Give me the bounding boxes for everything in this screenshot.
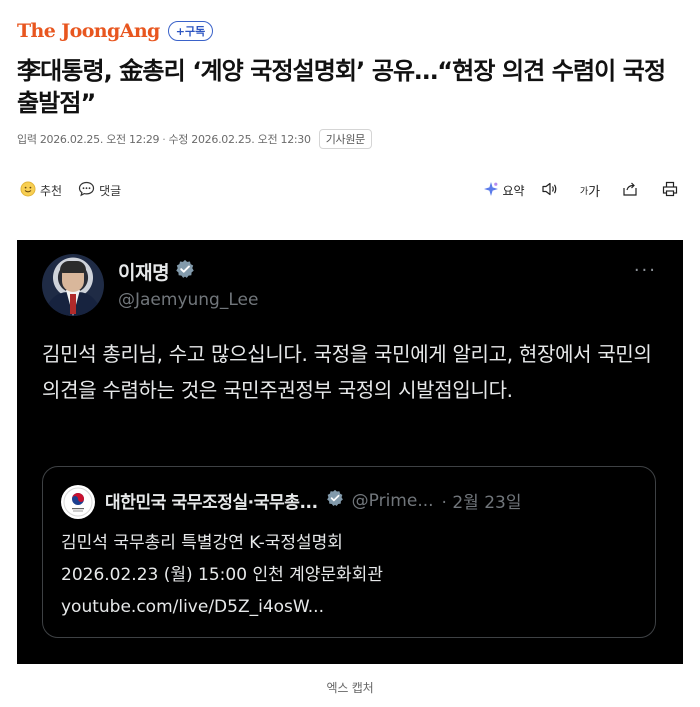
share-button[interactable]: [610, 179, 650, 201]
font-size-small-glyph: 가: [579, 186, 589, 197]
smile-icon: [20, 181, 36, 200]
joongang-logo[interactable]: The JoongAng: [17, 20, 160, 42]
original-article-button[interactable]: 기사원문: [318, 129, 372, 149]
more-options-icon: ···: [633, 260, 657, 281]
article-toolbar: 요약 가 가: [478, 179, 690, 201]
quoted-tweet-header: 대한민국 국무조정실·국무총... @Prime... · 2월 23일: [105, 488, 645, 513]
share-icon: [621, 181, 639, 200]
article-headline: 李대통령, 金총리 ‘계양 국정설명회’ 공유…“현장 의견 수렴이 국정 출발…: [17, 57, 666, 117]
published-time: 입력 2026.02.25. 오전 12:29: [17, 133, 160, 146]
quoted-tweet-text: 김민석 국무총리 특별강연 K-국정설명회 2026.02.23 (월) 15:…: [61, 527, 641, 623]
subscribe-button[interactable]: +구독: [167, 21, 214, 41]
header: The JoongAng +구독: [17, 18, 214, 44]
quoted-line: 김민석 국무총리 특별강연 K-국정설명회: [61, 533, 343, 553]
quoted-link: youtube.com/live/D5Z_i4osW...: [61, 597, 324, 617]
tweet-text: 김민석 총리님, 수고 많으십니다. 국정을 국민에게 알리고, 현장에서 국민…: [42, 342, 652, 402]
quoted-tweet: 대한민국 국무조정실·국무총... @Prime... · 2월 23일 김민석…: [42, 466, 656, 638]
font-size-button[interactable]: 가 가: [570, 179, 610, 201]
quoted-line: 2026.02.23 (월) 15:00 인천 계양문화회관: [61, 565, 383, 585]
tweet-author-name: 이재명: [118, 262, 170, 284]
meta-separator: ·: [162, 132, 166, 146]
modified-time: 수정 2026.02.25. 오전 12:30: [168, 133, 311, 146]
summary-label: 요약: [502, 183, 525, 198]
quoted-author-handle: @Prime...: [351, 490, 434, 511]
sparkle-icon: [483, 181, 499, 200]
tweet-handle: @Jaemyung_Lee: [118, 290, 259, 310]
verified-icon: [175, 259, 195, 284]
recommend-label: 추천: [40, 183, 63, 198]
image-caption: 엑스 캡처: [326, 681, 374, 695]
quoted-account-avatar: [61, 485, 95, 519]
tweet-screenshot: 이재명 @Jaemyung_Lee ··· 김민석 총리님, 수고 많으십니다.…: [17, 240, 683, 664]
reaction-bar: 추천 댓글: [20, 179, 121, 201]
speaker-icon: [541, 181, 559, 200]
print-icon: [662, 181, 678, 200]
quoted-author-name: 대한민국 국무조정실·국무총...: [105, 493, 318, 513]
article-meta: 입력 2026.02.25. 오전 12:29 · 수정 2026.02.25.…: [17, 128, 372, 150]
print-button[interactable]: [650, 179, 690, 201]
recommend-button[interactable]: 추천: [20, 179, 62, 201]
comment-button[interactable]: 댓글: [78, 179, 121, 201]
listen-button[interactable]: [530, 179, 570, 201]
summary-button[interactable]: 요약: [478, 179, 530, 201]
verified-icon: [326, 489, 344, 512]
comment-icon: [78, 181, 95, 200]
avatar: [42, 254, 104, 316]
tweet-author: 이재명: [118, 258, 195, 285]
font-size-big-glyph: 가: [588, 184, 601, 200]
quoted-tweet-date: · 2월 23일: [441, 493, 522, 513]
comment-label: 댓글: [99, 183, 122, 198]
